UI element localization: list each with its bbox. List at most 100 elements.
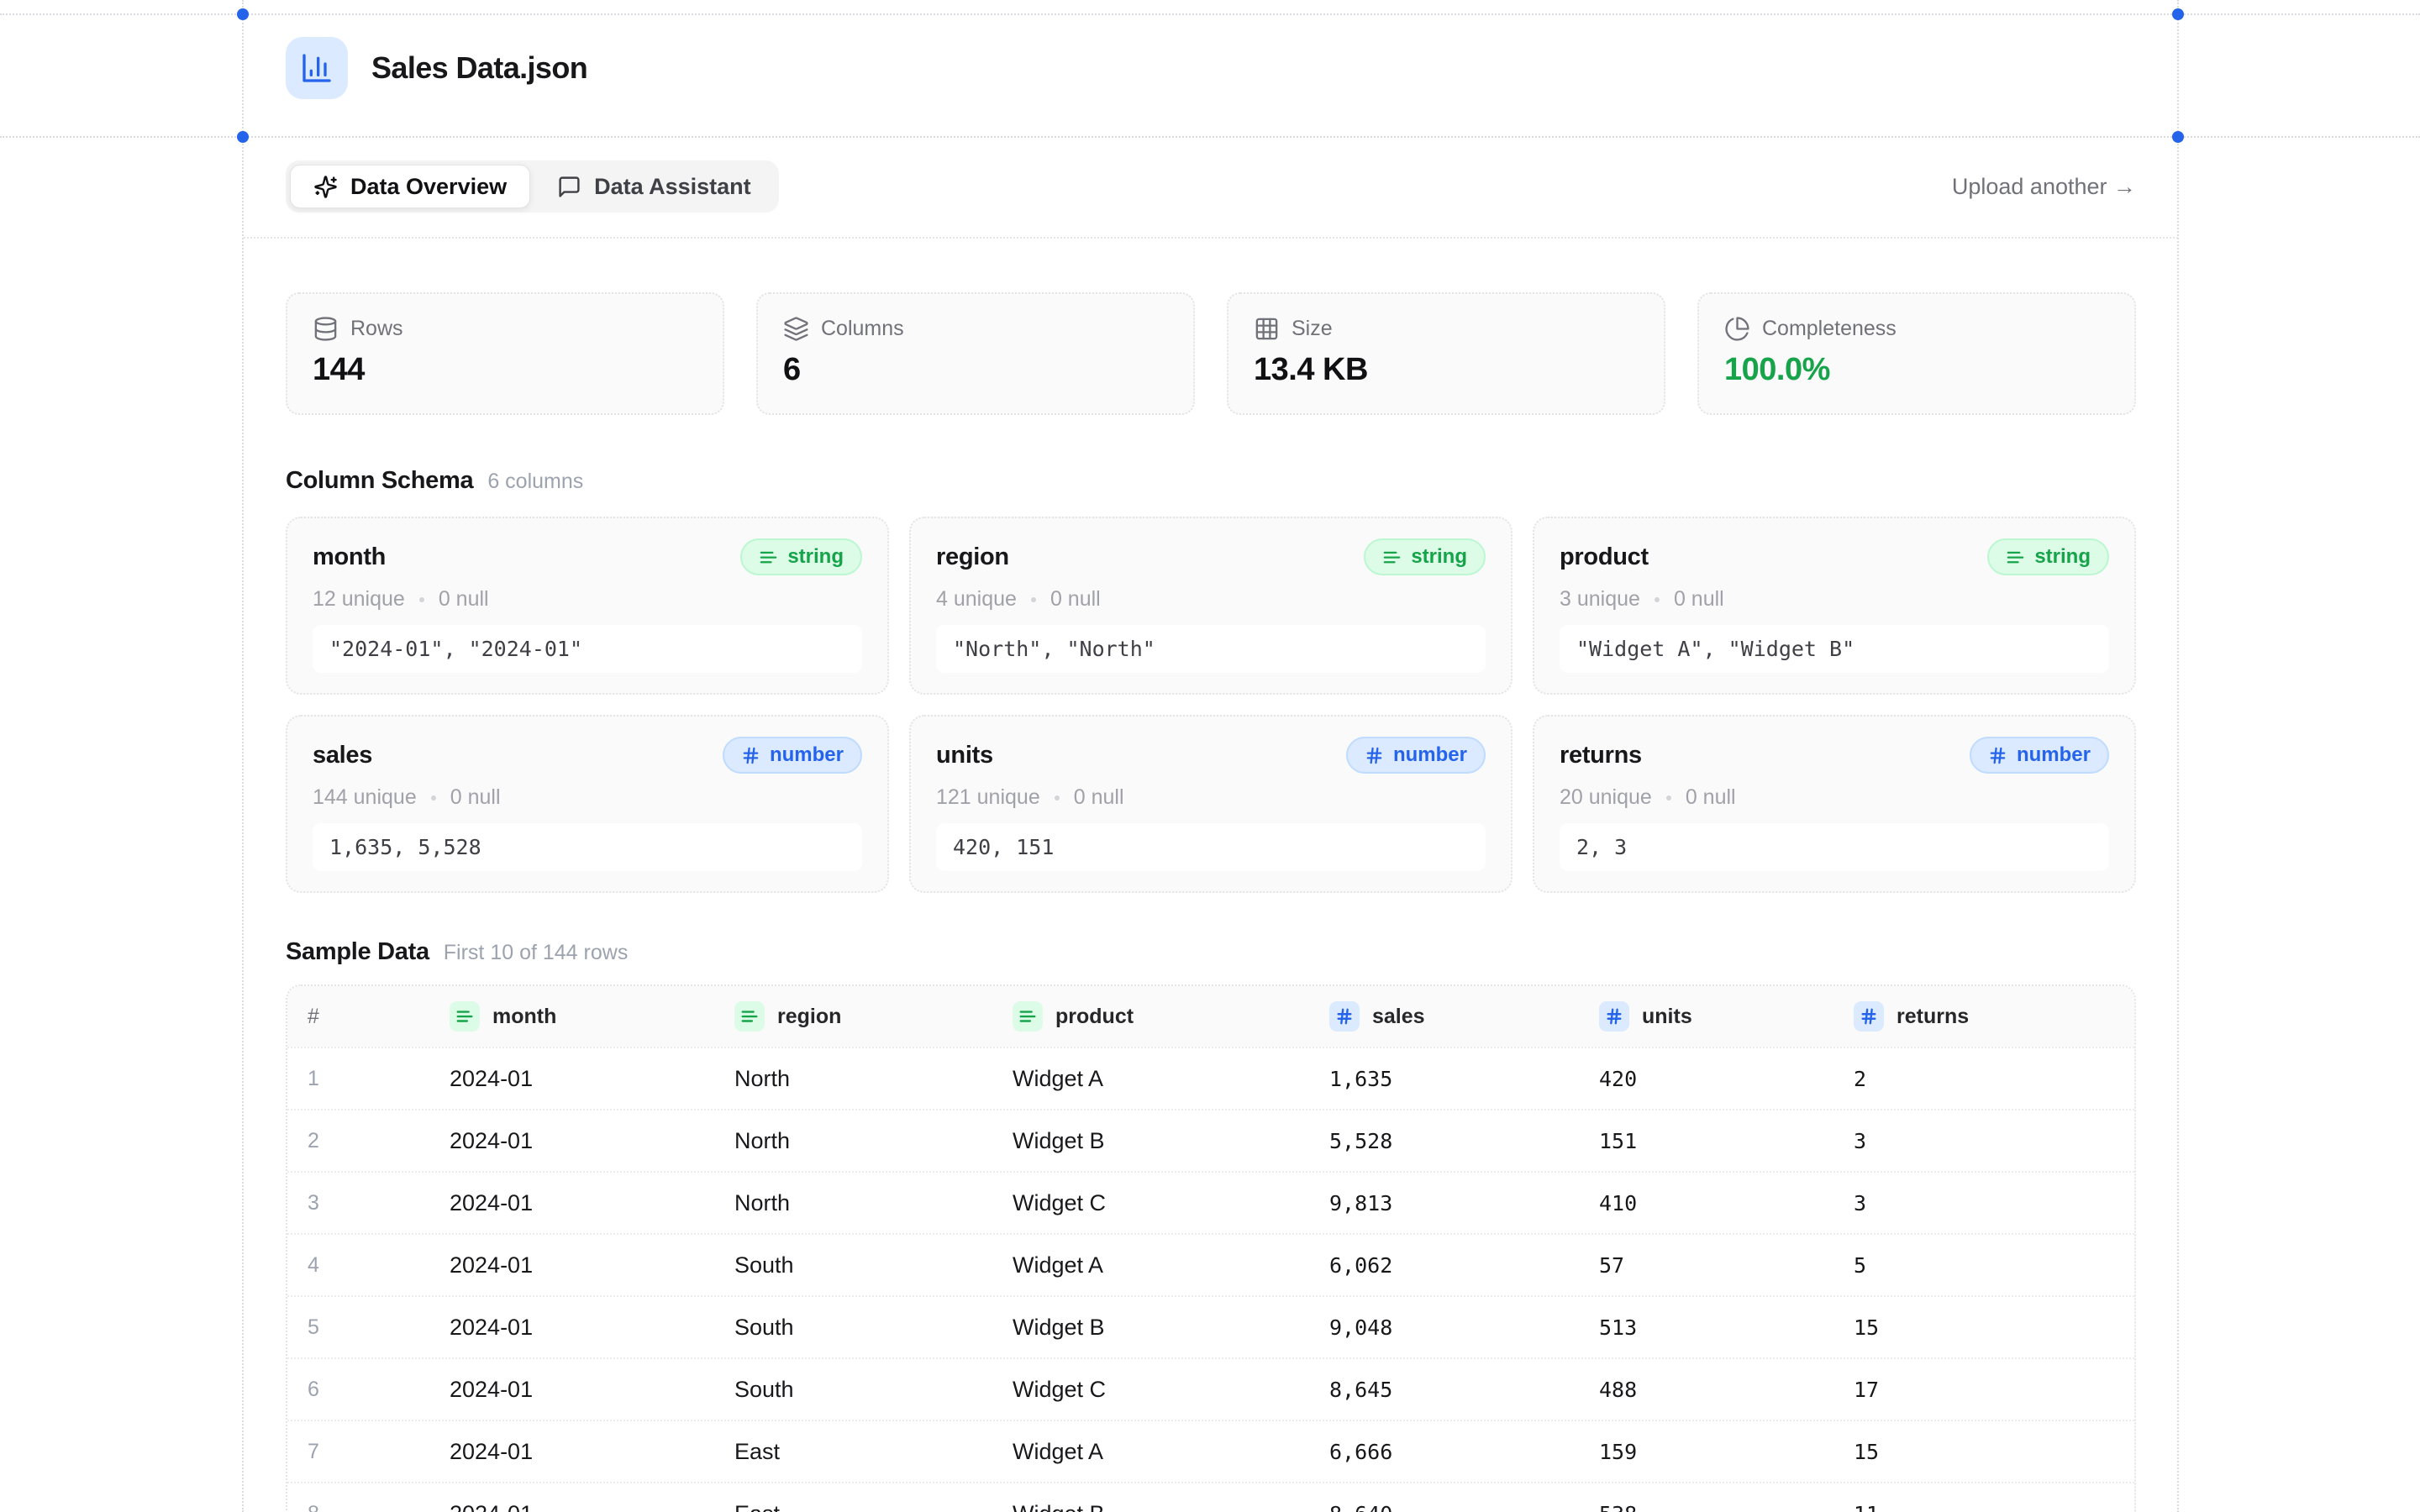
layers-icon [783,316,809,342]
type-badge-string: string [740,538,862,575]
table-body: 1 2024-01 North Widget A 1,635 420 2 2 2… [287,1047,2134,1512]
null-count: 0 null [450,785,501,810]
toolbar-row: Data Overview Data Assistant Upload anot… [244,136,2178,239]
schema-section-heading: Column Schema 6 columns [286,467,2136,495]
column-name: product [1560,543,1649,571]
type-badge-number: number [1970,737,2109,774]
stat-label: Completeness [1762,317,1897,341]
table-row: 6 2024-01 South Widget C 8,645 488 17 [287,1357,2134,1420]
table-row: 3 2024-01 North Widget C 9,813 410 3 [287,1171,2134,1233]
text-lines-icon [1018,1007,1037,1026]
stat-card-columns: Columns 6 [756,292,1195,415]
text-lines-icon [2006,548,2025,567]
stat-label: Rows [350,317,403,341]
sample-values: "North", "North" [936,625,1486,673]
stat-value: 13.4 KB [1254,352,1639,388]
table-header-row: # month region product [287,986,2134,1047]
page-title: Sales Data.json [371,50,587,86]
stats-row: Rows 144 Columns 6 Size 13.4 [286,292,2136,415]
sample-values: 2, 3 [1560,823,2109,871]
unique-count: 4 unique [936,587,1017,612]
sample-section-heading: Sample Data First 10 of 144 rows [286,938,2136,966]
sample-values: "2024-01", "2024-01" [313,625,862,673]
text-lines-icon [740,1007,759,1026]
hash-icon [741,746,760,765]
schema-card-month: month string 12 unique 0 null "2024-01",… [286,517,889,695]
table-row: 2 2024-01 North Widget B 5,528 151 3 [287,1109,2134,1171]
type-badge-number: number [1346,737,1486,774]
dot-separator [1655,597,1660,602]
sample-values: 1,635, 5,528 [313,823,862,871]
column-name: region [936,543,1009,571]
tab-label: Data Assistant [594,174,751,200]
dot-separator [1666,795,1671,801]
section-title: Sample Data [286,938,429,966]
number-type-chip [1854,1001,1884,1032]
number-type-chip [1329,1001,1360,1032]
dot-separator [1031,597,1036,602]
type-badge-number: number [723,737,862,774]
tab-bar: Data Overview Data Assistant [286,160,779,213]
header-index: # [308,1005,450,1029]
table-row: 7 2024-01 East Widget A 6,666 159 15 [287,1420,2134,1482]
stat-label: Size [1292,317,1333,341]
content-column: Sales Data.json Data Overview Data Assis… [244,0,2178,1512]
string-type-chip [450,1001,480,1032]
stat-label: Columns [821,317,904,341]
table-row: 8 2024-01 East Widget B 8,640 538 11 [287,1482,2134,1512]
sample-values: 420, 151 [936,823,1486,871]
unique-count: 3 unique [1560,587,1640,612]
column-name: month [313,543,386,571]
sample-data-table: # month region product [286,984,2136,1512]
sparkles-icon [313,175,338,199]
hash-icon [1988,746,2007,765]
column-name: units [936,742,993,769]
header-region: region [734,1001,1013,1032]
header-returns: returns [1854,1001,2134,1032]
upload-another-link[interactable]: Upload another → [1952,174,2136,200]
column-name: returns [1560,742,1642,769]
header-units: units [1599,1001,1854,1032]
text-lines-icon [455,1007,474,1026]
unique-count: 121 unique [936,785,1040,810]
file-icon-badge [286,37,348,99]
section-note: First 10 of 144 rows [444,941,629,965]
number-type-chip [1599,1001,1629,1032]
string-type-chip [1013,1001,1043,1032]
header-sales: sales [1329,1001,1599,1032]
table-icon [1254,316,1280,342]
unique-count: 20 unique [1560,785,1652,810]
section-note: 6 columns [487,470,583,494]
dot-separator [1055,795,1060,801]
header-product: product [1013,1001,1329,1032]
text-lines-icon [1382,548,1402,567]
page: Sales Data.json Data Overview Data Assis… [0,0,2420,1512]
null-count: 0 null [1674,587,1724,612]
text-lines-icon [759,548,778,567]
stat-value: 6 [783,352,1168,388]
pie-chart-icon [1724,316,1750,342]
database-icon [313,316,339,342]
file-header: Sales Data.json [244,0,2178,136]
dot-separator [431,795,436,801]
tab-data-assistant[interactable]: Data Assistant [534,165,775,208]
stat-card-rows: Rows 144 [286,292,724,415]
null-count: 0 null [439,587,489,612]
bar-chart-icon [300,51,334,85]
unique-count: 144 unique [313,785,417,810]
stat-card-completeness: Completeness 100.0% [1697,292,2136,415]
stat-value: 144 [313,352,697,388]
stat-value: 100.0% [1724,352,2109,388]
schema-card-product: product string 3 unique 0 null "Widget A… [1533,517,2136,695]
unique-count: 12 unique [313,587,405,612]
null-count: 0 null [1074,785,1124,810]
main-content: Rows 144 Columns 6 Size 13.4 [244,292,2178,1512]
tab-data-overview[interactable]: Data Overview [290,165,530,208]
schema-card-units: units number 121 unique 0 null 420, 151 [909,715,1512,893]
type-badge-string: string [1364,538,1486,575]
dot-separator [419,597,424,602]
schema-card-returns: returns number 20 unique 0 null 2, 3 [1533,715,2136,893]
column-name: sales [313,742,372,769]
schema-card-region: region string 4 unique 0 null "North", "… [909,517,1512,695]
table-row: 1 2024-01 North Widget A 1,635 420 2 [287,1047,2134,1109]
